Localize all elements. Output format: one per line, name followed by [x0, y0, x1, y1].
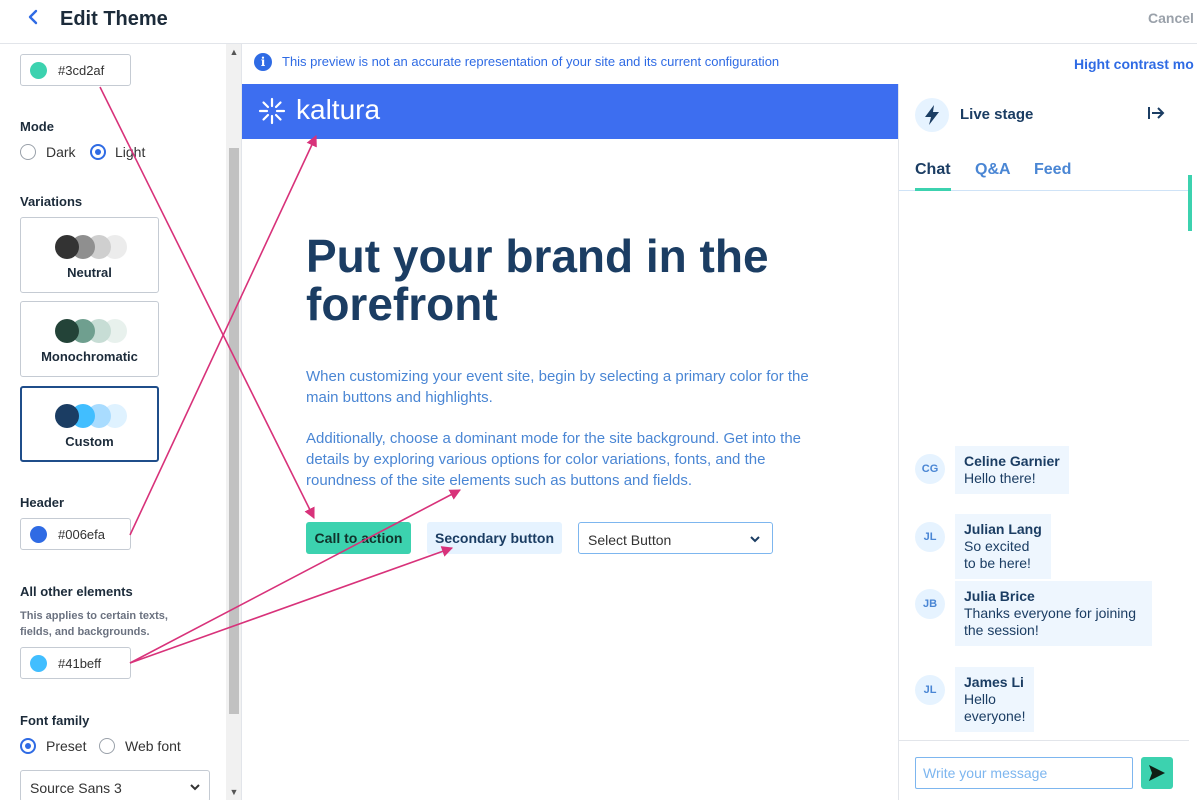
header-color-label: Header [20, 495, 65, 510]
scroll-down-arrow-icon[interactable]: ▼ [228, 786, 240, 798]
other-elements-color-value: #41beff [58, 656, 102, 671]
variation-dot [55, 404, 79, 428]
other-elements-description: This applies to certain texts, fields, a… [20, 610, 168, 638]
high-contrast-mode-toggle[interactable]: Hight contrast mo [1074, 56, 1194, 72]
chat-bubble: Julian Lang So excited to be here! [955, 514, 1051, 579]
chevron-left-icon [28, 9, 38, 25]
avatar: JL [915, 522, 945, 552]
select-button-dropdown[interactable]: Select Button [578, 522, 773, 554]
chat-text: Hello there! [964, 470, 1036, 486]
chat-message-input[interactable] [915, 757, 1133, 789]
variation-swatch-group [55, 319, 127, 343]
tab-chat[interactable]: Chat [915, 161, 951, 179]
tab-qa[interactable]: Q&A [975, 161, 1011, 179]
panel-edge-accent [1188, 175, 1192, 231]
other-elements-label: All other elements [20, 584, 133, 599]
send-button[interactable] [1141, 757, 1173, 789]
primary-color-value: #3cd2af [58, 63, 105, 78]
cancel-button[interactable]: Cancel [1148, 10, 1194, 26]
font-family-value: Source Sans 3 [30, 780, 122, 796]
scrollbar-thumb[interactable] [229, 148, 239, 714]
font-preset-label: Preset [46, 738, 87, 754]
mode-light-radio[interactable] [90, 144, 106, 160]
chat-text: Thanks everyone for joining the session! [964, 605, 1136, 638]
variation-card-neutral[interactable]: Neutral [20, 217, 159, 293]
preview-info-banner: i This preview is not an accurate repres… [242, 44, 1197, 84]
chat-bubble: James Li Hello everyone! [955, 667, 1035, 732]
avatar: JB [915, 589, 945, 619]
chat-author: Julian Lang [964, 521, 1042, 537]
header-color-field[interactable]: #006efa [20, 518, 131, 550]
active-tab-indicator [915, 188, 951, 191]
font-webfont-label: Web font [125, 738, 181, 754]
avatar: JL [915, 675, 945, 705]
collapse-panel-icon[interactable] [1147, 104, 1165, 127]
kaltura-logo-icon [258, 97, 286, 125]
live-stage-panel: Live stage Chat Q&A Feed CG Celine Garni… [898, 84, 1197, 800]
top-bar: Edit Theme Cancel [0, 0, 1197, 44]
variation-swatch-group [55, 404, 127, 428]
avatar: CG [915, 454, 945, 484]
chevron-down-icon [750, 536, 760, 543]
preview-site-header: kaltura [242, 84, 898, 139]
header-color-value: #006efa [58, 527, 105, 542]
variation-name: Monochromatic [41, 349, 138, 364]
brand-logo-text: kaltura [296, 94, 381, 125]
font-preset-radio[interactable] [20, 738, 36, 754]
live-stage-badge [915, 98, 949, 132]
other-elements-color-field[interactable]: #41beff [20, 647, 131, 679]
live-panel-tabs: Chat Q&A Feed [899, 158, 1189, 191]
tab-feed[interactable]: Feed [1034, 161, 1071, 179]
lightning-bolt-icon [925, 105, 939, 125]
scroll-up-arrow-icon[interactable]: ▲ [228, 46, 240, 58]
chat-author: Celine Garnier [964, 453, 1060, 469]
theme-settings-panel: #3cd2af Mode Dark Light Variations Neutr… [0, 44, 242, 800]
hero-paragraph-1: When customizing your event site, begin … [306, 368, 809, 406]
chat-text: Hello everyone! [964, 691, 1026, 724]
back-button[interactable] [26, 6, 48, 32]
font-family-select[interactable]: Source Sans 3 [20, 770, 210, 800]
chat-composer [899, 740, 1189, 800]
chat-text: So excited to be here! [964, 538, 1031, 571]
preview-info-text: This preview is not an accurate represen… [282, 54, 780, 69]
mode-label: Mode [20, 119, 54, 134]
secondary-button[interactable]: Secondary button [427, 522, 562, 554]
variations-label: Variations [20, 194, 83, 209]
live-stage-title: Live stage [960, 106, 1034, 123]
chat-author: James Li [964, 674, 1024, 690]
chat-bubble: Julia Brice Thanks everyone for joining … [955, 581, 1152, 646]
variation-name: Neutral [67, 265, 112, 280]
variation-swatch-group [55, 235, 127, 259]
chevron-down-icon [190, 784, 200, 791]
select-button-value: Select Button [588, 532, 672, 548]
edit-theme-screen: Edit Theme Cancel #3cd2af Mode Dark Ligh… [0, 0, 1197, 800]
info-icon: i [254, 53, 272, 71]
primary-color-swatch[interactable] [30, 62, 47, 79]
variation-dot [55, 235, 79, 259]
hero-title: Put your brand in the forefront [306, 230, 769, 330]
font-webfont-radio[interactable] [99, 738, 115, 754]
call-to-action-button[interactable]: Call to action [306, 522, 411, 554]
font-family-label: Font family [20, 713, 90, 728]
variation-name: Custom [65, 434, 114, 449]
variation-dot [55, 319, 79, 343]
primary-color-field[interactable]: #3cd2af [20, 54, 131, 86]
page-title: Edit Theme [60, 8, 168, 30]
chat-bubble: Celine Garnier Hello there! [955, 446, 1069, 494]
other-elements-color-swatch[interactable] [30, 655, 47, 672]
variation-card-monochromatic[interactable]: Monochromatic [20, 301, 159, 377]
send-arrow-icon [1149, 765, 1165, 781]
variation-card-custom[interactable]: Custom [20, 386, 159, 462]
mode-light-label: Light [115, 144, 146, 160]
mode-dark-radio[interactable] [20, 144, 36, 160]
chat-author: Julia Brice [964, 588, 1035, 604]
header-color-swatch[interactable] [30, 526, 47, 543]
hero-paragraph-2: Additionally, choose a dominant mode for… [306, 430, 802, 489]
mode-dark-label: Dark [46, 144, 76, 160]
